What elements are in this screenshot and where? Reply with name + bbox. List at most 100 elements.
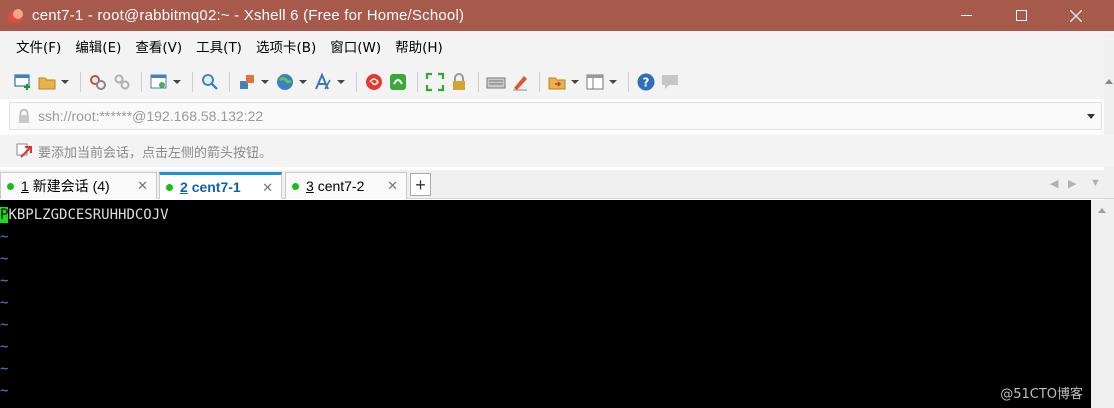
window-layout-icon [586,74,604,90]
font-button[interactable] [312,71,334,93]
toolbar-separator [192,72,193,92]
maximize-icon [1015,10,1027,21]
chevron-down-icon [337,80,345,84]
chat-bubble-icon [662,75,678,89]
tab-label: cent7-1 [191,179,241,195]
add-tab-button[interactable]: + [410,173,431,196]
transfer-dropdown[interactable] [570,71,580,93]
lock-button[interactable] [448,71,470,93]
tab-layout-dropdown[interactable] [608,71,618,93]
keyboard-button[interactable] [485,71,507,93]
connect-button[interactable] [87,71,109,93]
vim-tilde-line: ~ [0,295,9,311]
tab-menu-icon[interactable]: ▼ [1090,177,1101,189]
close-tab-icon[interactable]: ✕ [262,180,273,196]
chevron-down-icon [299,80,307,84]
toolbar-separator [628,72,629,92]
add-session-arrow-icon[interactable] [16,142,34,160]
vim-tilde-line: ~ [0,361,9,377]
close-tab-icon[interactable]: ✕ [387,178,398,194]
new-session-button[interactable] [12,71,34,93]
font-dropdown[interactable] [336,71,346,93]
tab-session-2[interactable]: 2 cent7-1 ✕ [159,172,282,199]
help-button[interactable]: ? [635,71,657,93]
scroll-up-icon[interactable] [1098,208,1106,213]
encoding-button[interactable] [274,71,296,93]
layout-icon [240,75,254,89]
scroll-up-icon [1105,79,1113,84]
find-button[interactable] [199,71,221,93]
transfer-button[interactable] [546,71,568,93]
lock-icon [453,73,465,90]
maximize-button[interactable] [995,0,1047,31]
tab-number: 1 [21,178,29,194]
lock-icon [19,108,29,123]
font-icon [315,72,331,90]
address-bar[interactable]: ssh://root:******@192.168.58.132:22 [9,102,1102,130]
chat-button[interactable] [659,71,681,93]
search-icon [202,74,218,90]
chevron-down-icon [61,80,69,84]
toolbar-separator [539,72,540,92]
terminal-area[interactable]: PKBPLZGDCESRUHHDCOJV ~ ~ ~ ~ ~ ~ ~ ~ @51CTO博客 [0,200,1091,408]
menu-edit[interactable]: 编辑(E) [68,35,128,61]
connected-status-icon [7,182,14,190]
toolbar-separator [417,72,418,92]
menu-window[interactable]: 窗口(W) [323,35,388,61]
properties-dropdown[interactable] [172,71,182,93]
tab-label: 新建会话 (4) [32,178,110,194]
tab-scroll-right-icon[interactable]: ▶ [1068,177,1076,190]
highlight-button[interactable] [509,71,531,93]
vim-tilde-line: ~ [0,317,9,333]
terminal-scrollbar[interactable] [1091,200,1114,408]
menu-file[interactable]: 文件(F) [9,35,68,61]
encoding-dropdown[interactable] [298,71,308,93]
xshell-icon [366,74,382,90]
menu-tabs[interactable]: 选项卡(B) [249,35,323,61]
minimize-icon [960,15,972,16]
tab-session-3[interactable]: 3 cent7-2 ✕ [285,172,407,199]
address-dropdown-icon[interactable] [1087,114,1095,119]
tab-number: 3 [306,178,314,194]
layout-button[interactable] [236,71,258,93]
xftp-icon [390,74,406,90]
minimize-button[interactable] [940,0,992,31]
vim-tilde-line: ~ [0,251,9,267]
watermark: @51CTO博客 [1000,387,1083,402]
chevron-down-icon [173,80,181,84]
connected-status-icon [166,183,173,191]
close-tab-icon[interactable]: ✕ [137,178,148,194]
xshell-button[interactable] [363,71,385,93]
fullscreen-button[interactable] [424,71,446,93]
vim-tilde-line: ~ [0,383,9,399]
open-session-button[interactable] [36,71,58,93]
menu-tools[interactable]: 工具(T) [189,35,249,61]
chevron-down-icon [609,80,617,84]
menu-bar: 文件(F) 编辑(E) 查看(V) 工具(T) 选项卡(B) 窗口(W) 帮助(… [0,31,1114,65]
address-input[interactable]: ssh://root:******@192.168.58.132:22 [38,108,263,124]
connected-status-icon [292,182,299,190]
properties-icon [150,74,167,89]
toolbar-separator [478,72,479,92]
layout-dropdown[interactable] [260,71,270,93]
xftp-button[interactable] [387,71,409,93]
globe-icon [277,74,293,90]
terminal-text: KBPLZGDCESRUHHDCOJV [8,207,169,223]
xshell-app-icon [8,7,26,25]
disconnect-button[interactable] [111,71,133,93]
toolbar: ? [0,65,1114,99]
tab-scroll-left-icon[interactable]: ◀ [1050,177,1058,190]
transfer-folder-icon [548,77,566,90]
open-session-dropdown[interactable] [60,71,70,93]
toolbar-separator [229,72,230,92]
properties-button[interactable] [148,71,170,93]
chevron-down-icon [261,80,269,84]
menu-view[interactable]: 查看(V) [128,35,189,61]
close-button[interactable] [1050,0,1102,31]
tab-session-1[interactable]: 1 新建会话 (4) ✕ [0,172,157,199]
terminal-line: PKBPLZGDCESRUHHDCOJV [0,204,169,226]
tab-layout-button[interactable] [584,71,606,93]
fullscreen-icon [425,72,445,92]
menu-help[interactable]: 帮助(H) [388,35,450,61]
vim-tilde-line: ~ [0,229,9,245]
